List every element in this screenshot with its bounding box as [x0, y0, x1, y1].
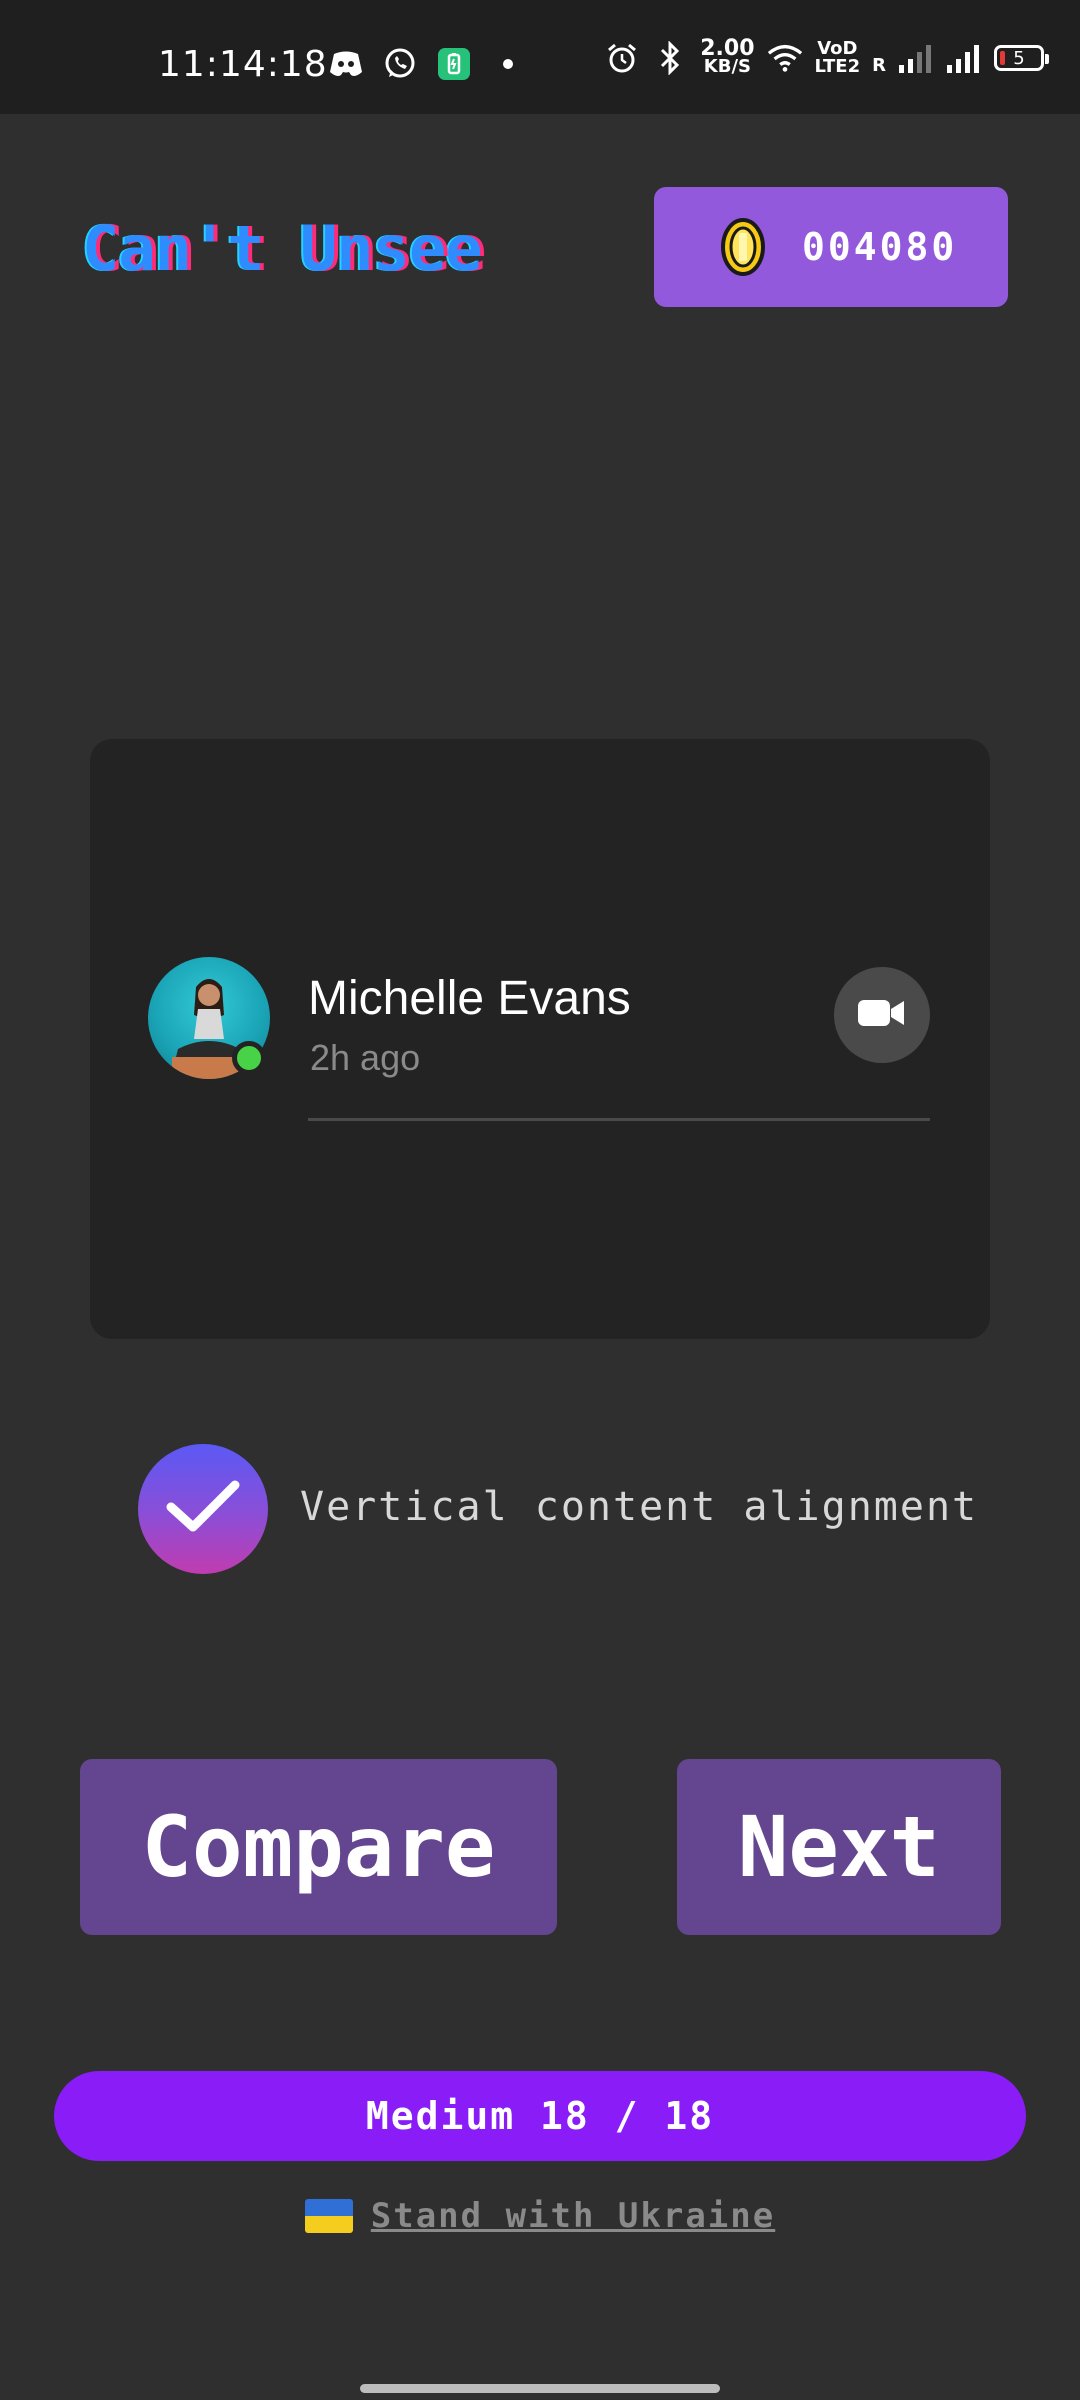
whatsapp-icon	[382, 46, 418, 82]
volte-indicator: VoD LTE2	[814, 38, 861, 77]
video-call-button	[834, 967, 930, 1063]
home-indicator[interactable]	[360, 2384, 720, 2393]
option-checkbox[interactable]	[138, 1444, 268, 1574]
ukraine-flag-icon	[304, 2199, 353, 2233]
next-button[interactable]: Next	[677, 1759, 1001, 1935]
signal-icon	[946, 40, 982, 76]
app-logo: Can't Unsee	[82, 212, 483, 285]
status-bar: 11:14:18 2.00 KB/S VoD LTE2 R 5	[0, 0, 1080, 114]
dot-icon	[490, 46, 526, 82]
battery-level: 5	[1013, 47, 1025, 69]
battery-saver-icon	[436, 46, 472, 82]
ui-preview-card: Michelle Evans 2h ago	[90, 739, 990, 1339]
contact-name: Michelle Evans	[308, 972, 631, 1025]
video-camera-icon	[858, 997, 906, 1033]
status-time: 11:14:18	[158, 44, 328, 85]
alarm-icon	[604, 40, 640, 76]
online-status-dot	[232, 1041, 266, 1075]
option-label: Vertical content alignment	[300, 1484, 979, 1530]
coin-icon	[720, 217, 766, 277]
contact-last-seen: 2h ago	[310, 1037, 421, 1078]
ukraine-support[interactable]: Stand with Ukraine	[0, 2196, 1080, 2236]
system-icons: 2.00 KB/S VoD LTE2 R 5	[604, 36, 1049, 77]
bluetooth-icon	[652, 40, 688, 76]
compare-button[interactable]: Compare	[80, 1759, 557, 1935]
network-speed: 2.00 KB/S	[700, 36, 755, 77]
notification-icons	[328, 46, 526, 82]
coin-value: 004080	[802, 225, 958, 269]
stand-with-ukraine-link[interactable]: Stand with Ukraine	[371, 2196, 775, 2236]
roaming-label: R	[872, 55, 886, 76]
discord-icon	[328, 46, 364, 82]
divider	[308, 1118, 930, 1121]
checkmark-icon	[163, 1477, 243, 1541]
wifi-icon	[767, 40, 803, 76]
level-progress: Medium 18 / 18	[54, 2071, 1026, 2161]
battery-icon: 5	[994, 45, 1049, 71]
signal-icon	[898, 40, 934, 76]
coin-counter[interactable]: 004080	[654, 187, 1008, 307]
battery-level-bar	[1000, 51, 1005, 65]
